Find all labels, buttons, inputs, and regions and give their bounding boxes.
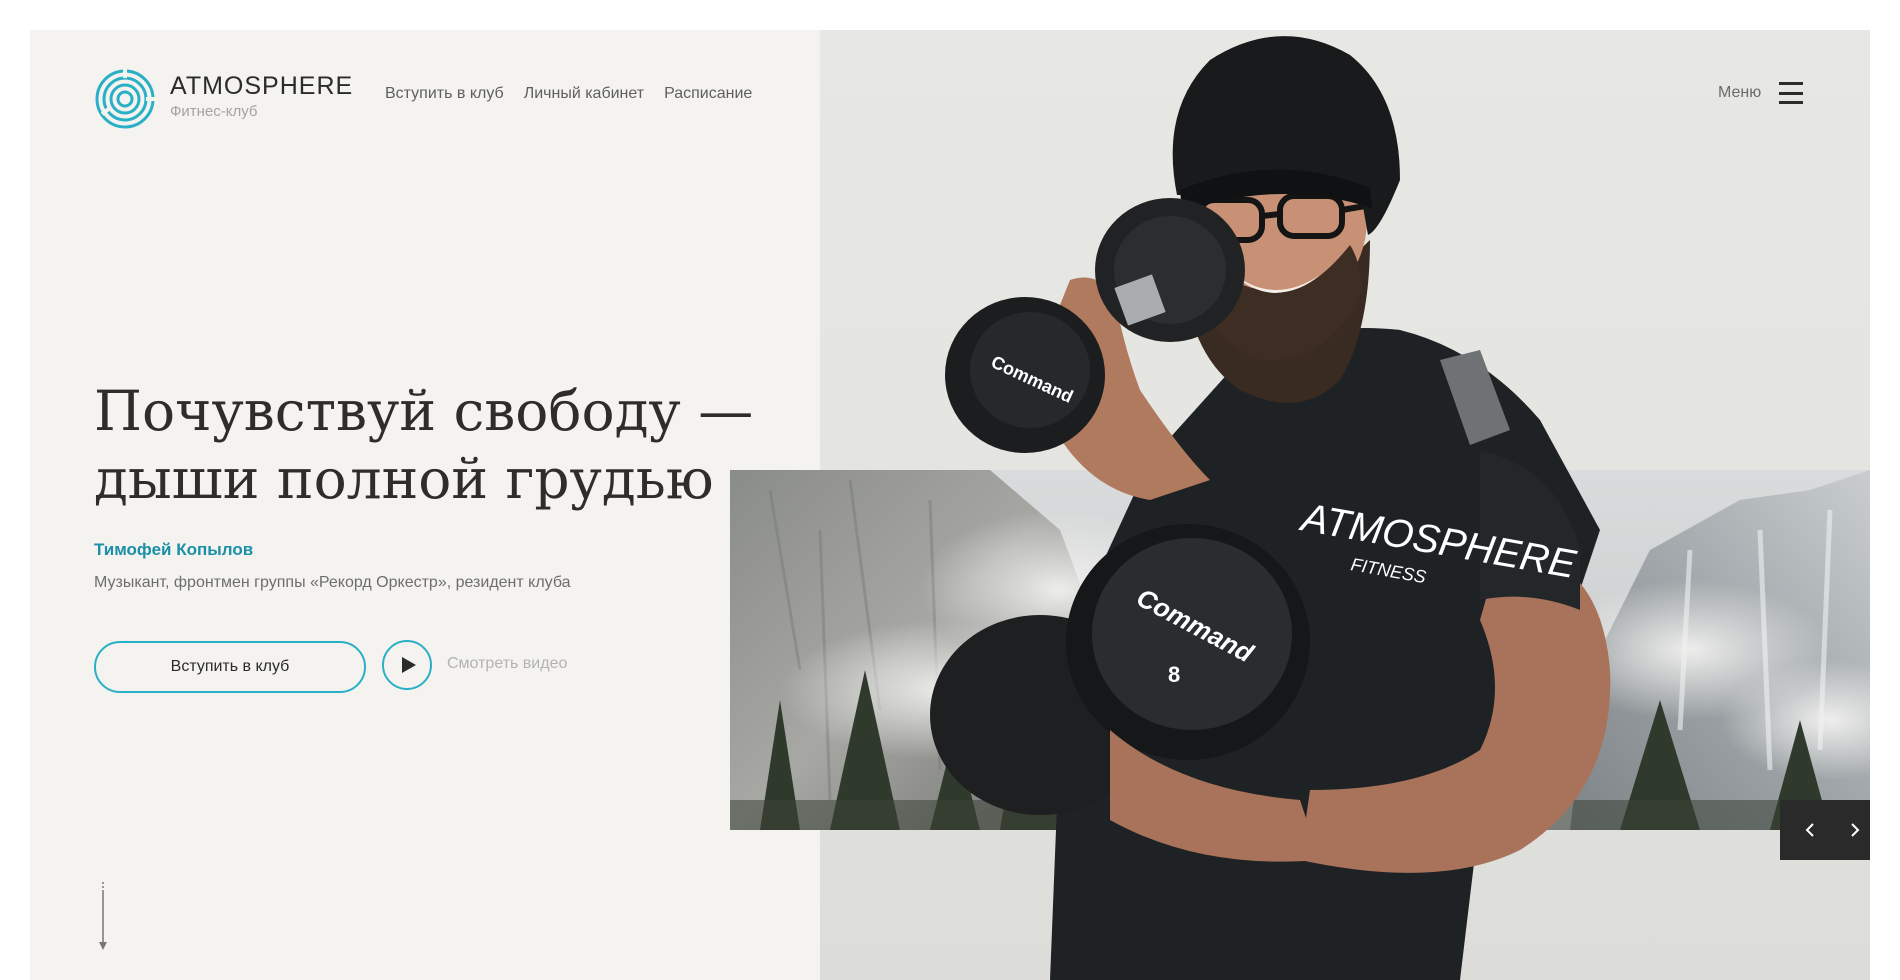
resident-description: Музыкант, фронтмен группы «Рекорд Оркест…	[94, 574, 571, 591]
brand-logo[interactable]: ATMOSPHERE Фитнес-клуб	[94, 68, 394, 132]
scroll-down-arrow-icon[interactable]	[96, 882, 110, 952]
nav-link-join-club[interactable]: Вступить в клуб	[385, 86, 504, 102]
resident-name: Тимофей Копылов	[94, 540, 254, 559]
hero-headline-line-1: Почувствуй свободу —	[94, 379, 754, 443]
hero-headline-line-2: дыши полной грудью	[94, 447, 714, 511]
watch-video-link[interactable]: Смотреть видео	[447, 655, 567, 673]
chevron-left-icon	[1805, 823, 1814, 837]
main-nav: Вступить в клуб Личный кабинет Расписани…	[385, 86, 752, 102]
slider-prev-button[interactable]	[1780, 800, 1840, 860]
chevron-right-icon	[1851, 823, 1860, 837]
nav-link-personal-account[interactable]: Личный кабинет	[524, 86, 644, 102]
menu-toggle[interactable]: Меню	[1718, 82, 1804, 104]
atmosphere-logo-icon	[95, 68, 156, 129]
play-icon	[402, 657, 416, 673]
menu-label: Меню	[1718, 84, 1762, 101]
hero-headline: Почувствуй свободу — дыши полной грудью	[94, 377, 774, 513]
athlete-portrait-image: ATMOSPHERE FITNESS Command Command 8	[930, 36, 1611, 980]
hero-section: ATMOSPHERE FITNESS Command Command 8 ATM…	[30, 30, 1870, 980]
play-video-button[interactable]	[382, 640, 432, 690]
slider-next-button[interactable]	[1840, 800, 1870, 860]
hamburger-icon	[1779, 82, 1804, 104]
dumbbell-weight-label: 8	[1168, 662, 1180, 687]
brand-name: ATMOSPHERE	[170, 72, 354, 100]
brand-subtitle: Фитнес-клуб	[170, 103, 258, 120]
join-club-button[interactable]: Вступить в клуб	[94, 641, 366, 693]
nav-link-schedule[interactable]: Расписание	[664, 86, 752, 102]
